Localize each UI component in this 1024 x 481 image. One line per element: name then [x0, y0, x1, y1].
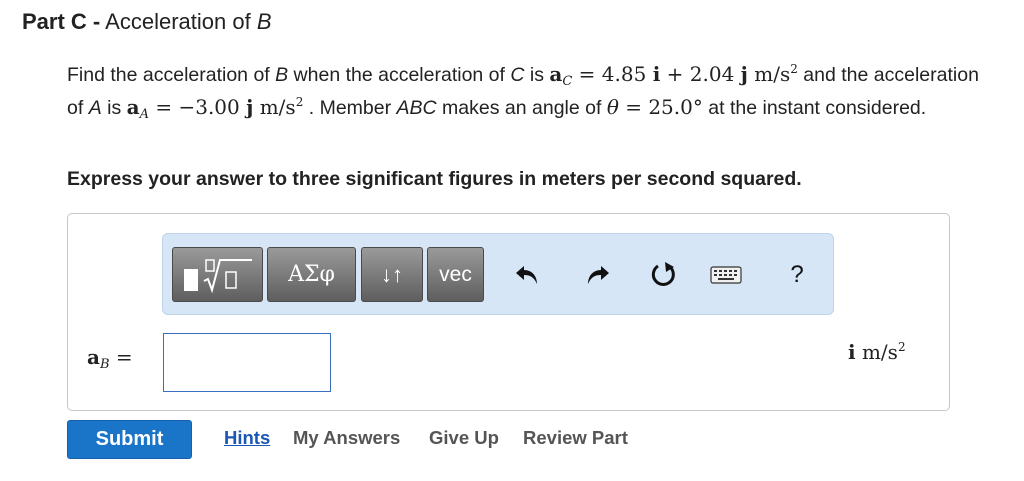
arrows-button[interactable]: ↓↑	[361, 247, 423, 302]
review-part-link[interactable]: Review Part	[523, 427, 628, 449]
undo-icon[interactable]	[511, 259, 545, 291]
vector-button[interactable]: vec	[427, 247, 484, 302]
problem-statement: Find the acceleration of B when the acce…	[67, 62, 979, 122]
hints-link[interactable]: Hints	[224, 427, 270, 449]
help-button[interactable]: ?	[780, 259, 814, 291]
part-title: Part C - Acceleration of B	[22, 9, 272, 35]
give-up-link[interactable]: Give Up	[429, 427, 499, 449]
templates-icon	[183, 258, 252, 293]
part-title-var: B	[256, 9, 272, 34]
answer-units: i m/s2	[848, 340, 906, 364]
answer-input[interactable]	[163, 333, 331, 392]
my-answers-link[interactable]: My Answers	[293, 427, 400, 449]
instruction-text: Express your answer to three significant…	[67, 168, 802, 190]
reset-icon[interactable]	[647, 259, 681, 291]
part-separator: -	[92, 9, 101, 34]
part-label: Part C	[22, 9, 87, 34]
accel-a-expression: aA = −3.00 j m/s2	[126, 95, 304, 122]
answer-panel: ΑΣφ ↓↑ vec ? aB = i m/s2	[67, 213, 950, 411]
redo-icon[interactable]	[580, 259, 614, 291]
answer-label: aB =	[87, 345, 133, 372]
greek-symbols-button[interactable]: ΑΣφ	[267, 247, 356, 302]
angle-expression: θ = 25.0°	[606, 95, 703, 119]
accel-c-expression: aC = 4.85 i + 2.04 j m/s2	[549, 62, 798, 89]
part-title-prefix: Acceleration of	[105, 9, 251, 34]
submit-button[interactable]: Submit	[67, 420, 192, 459]
math-toolbar: ΑΣφ ↓↑ vec ?	[162, 233, 834, 315]
templates-button[interactable]	[172, 247, 263, 302]
keyboard-icon[interactable]	[709, 259, 743, 291]
